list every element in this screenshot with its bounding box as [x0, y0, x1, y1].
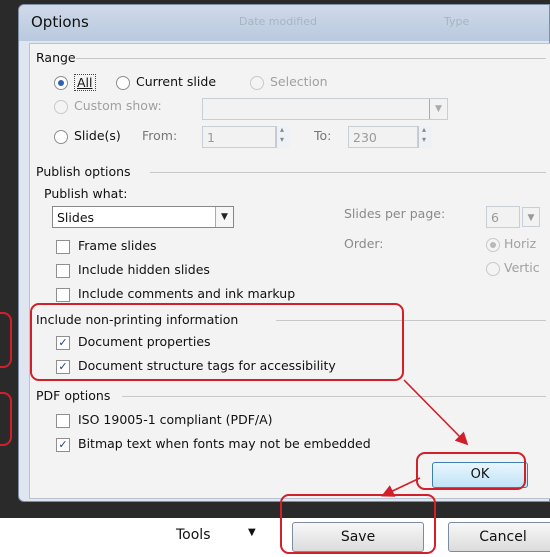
to-label: To: — [314, 128, 332, 143]
order-horizontal-radio[interactable] — [486, 238, 500, 252]
to-spinner[interactable] — [418, 125, 432, 148]
current-slide-radio[interactable] — [116, 76, 130, 90]
chevron-down-icon: ▼ — [429, 99, 447, 119]
publish-what-label: Publish what: — [44, 186, 128, 201]
all-radio[interactable] — [54, 76, 68, 90]
pdf-title: PDF options — [36, 388, 111, 403]
slides-per-page-select[interactable]: 6 — [486, 206, 520, 228]
order-vertical-radio[interactable] — [486, 262, 500, 276]
slides-per-page-label: Slides per page: — [344, 206, 446, 221]
include-hidden-checkbox[interactable] — [56, 264, 70, 278]
range-separator — [76, 58, 546, 59]
cancel-button[interactable]: Cancel — [448, 522, 550, 552]
all-label[interactable]: All — [74, 74, 96, 91]
title-bar: Options Date modified Type — [19, 5, 549, 41]
tools-label[interactable]: Tools — [176, 527, 211, 543]
save-dialog-footer: Tools ▼ Save Cancel — [0, 518, 550, 557]
dialog-body: Range All Current slide Selection Custom… — [29, 43, 550, 499]
bitmap-checkbox[interactable]: ✓ — [56, 438, 70, 452]
range-title: Range — [36, 50, 76, 65]
custom-show-label: Custom show: — [74, 98, 162, 113]
iso-checkbox[interactable] — [56, 414, 70, 428]
custom-show-select[interactable] — [202, 98, 448, 120]
slides-label[interactable]: Slide(s) — [74, 128, 121, 143]
selection-radio[interactable] — [250, 76, 264, 90]
publish-what-select[interactable]: Slides — [52, 206, 234, 228]
publish-separator — [150, 172, 546, 173]
from-spinner[interactable] — [276, 125, 290, 148]
dialog-title: Options — [31, 13, 89, 31]
include-comments-checkbox[interactable] — [56, 288, 70, 302]
ghost-header-date: Date modified — [239, 15, 317, 28]
frame-slides-checkbox[interactable] — [56, 240, 70, 254]
pdf-separator — [122, 396, 546, 397]
annotation-box-ok — [416, 452, 526, 490]
order-vertical-label: Vertic — [504, 260, 540, 275]
slides-radio[interactable] — [54, 130, 68, 144]
bitmap-label[interactable]: Bitmap text when fonts may not be embedd… — [78, 436, 371, 451]
include-comments-label[interactable]: Include comments and ink markup — [78, 286, 295, 301]
iso-label[interactable]: ISO 19005-1 compliant (PDF/A) — [78, 412, 273, 427]
order-horizontal-label: Horiz — [504, 236, 537, 251]
chevron-down-icon: ▼ — [215, 207, 233, 227]
annotation-box-left-lower — [0, 392, 12, 446]
options-dialog: Options Date modified Type Range All Cur… — [18, 4, 550, 502]
custom-show-radio[interactable] — [54, 100, 68, 114]
chevron-down-icon[interactable]: ▼ — [248, 527, 256, 538]
include-hidden-label[interactable]: Include hidden slides — [78, 262, 210, 277]
ghost-header-type: Type — [444, 15, 470, 28]
annotation-box-left-upper — [0, 312, 12, 368]
order-label: Order: — [344, 236, 384, 251]
publish-title: Publish options — [36, 164, 131, 179]
current-slide-label[interactable]: Current slide — [136, 74, 216, 89]
to-input[interactable]: 230 — [348, 126, 418, 148]
annotation-box-nonprinting — [30, 303, 404, 381]
from-label: From: — [142, 128, 178, 143]
chevron-down-icon: ▼ — [522, 207, 540, 227]
selection-label: Selection — [270, 74, 328, 89]
annotation-box-save — [280, 494, 436, 554]
from-input[interactable]: 1 — [202, 126, 276, 148]
frame-slides-label[interactable]: Frame slides — [78, 238, 157, 253]
